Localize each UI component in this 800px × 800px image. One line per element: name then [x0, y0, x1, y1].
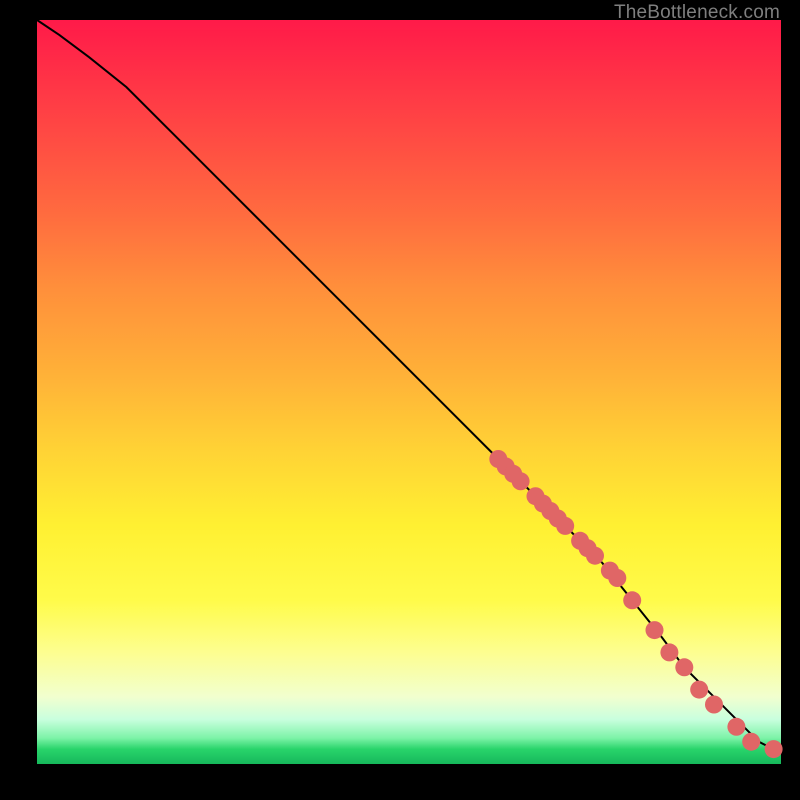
chart-stage: TheBottleneck.com: [0, 0, 800, 800]
watermark-text: TheBottleneck.com: [614, 2, 780, 24]
plot-gradient-background: [37, 20, 781, 764]
